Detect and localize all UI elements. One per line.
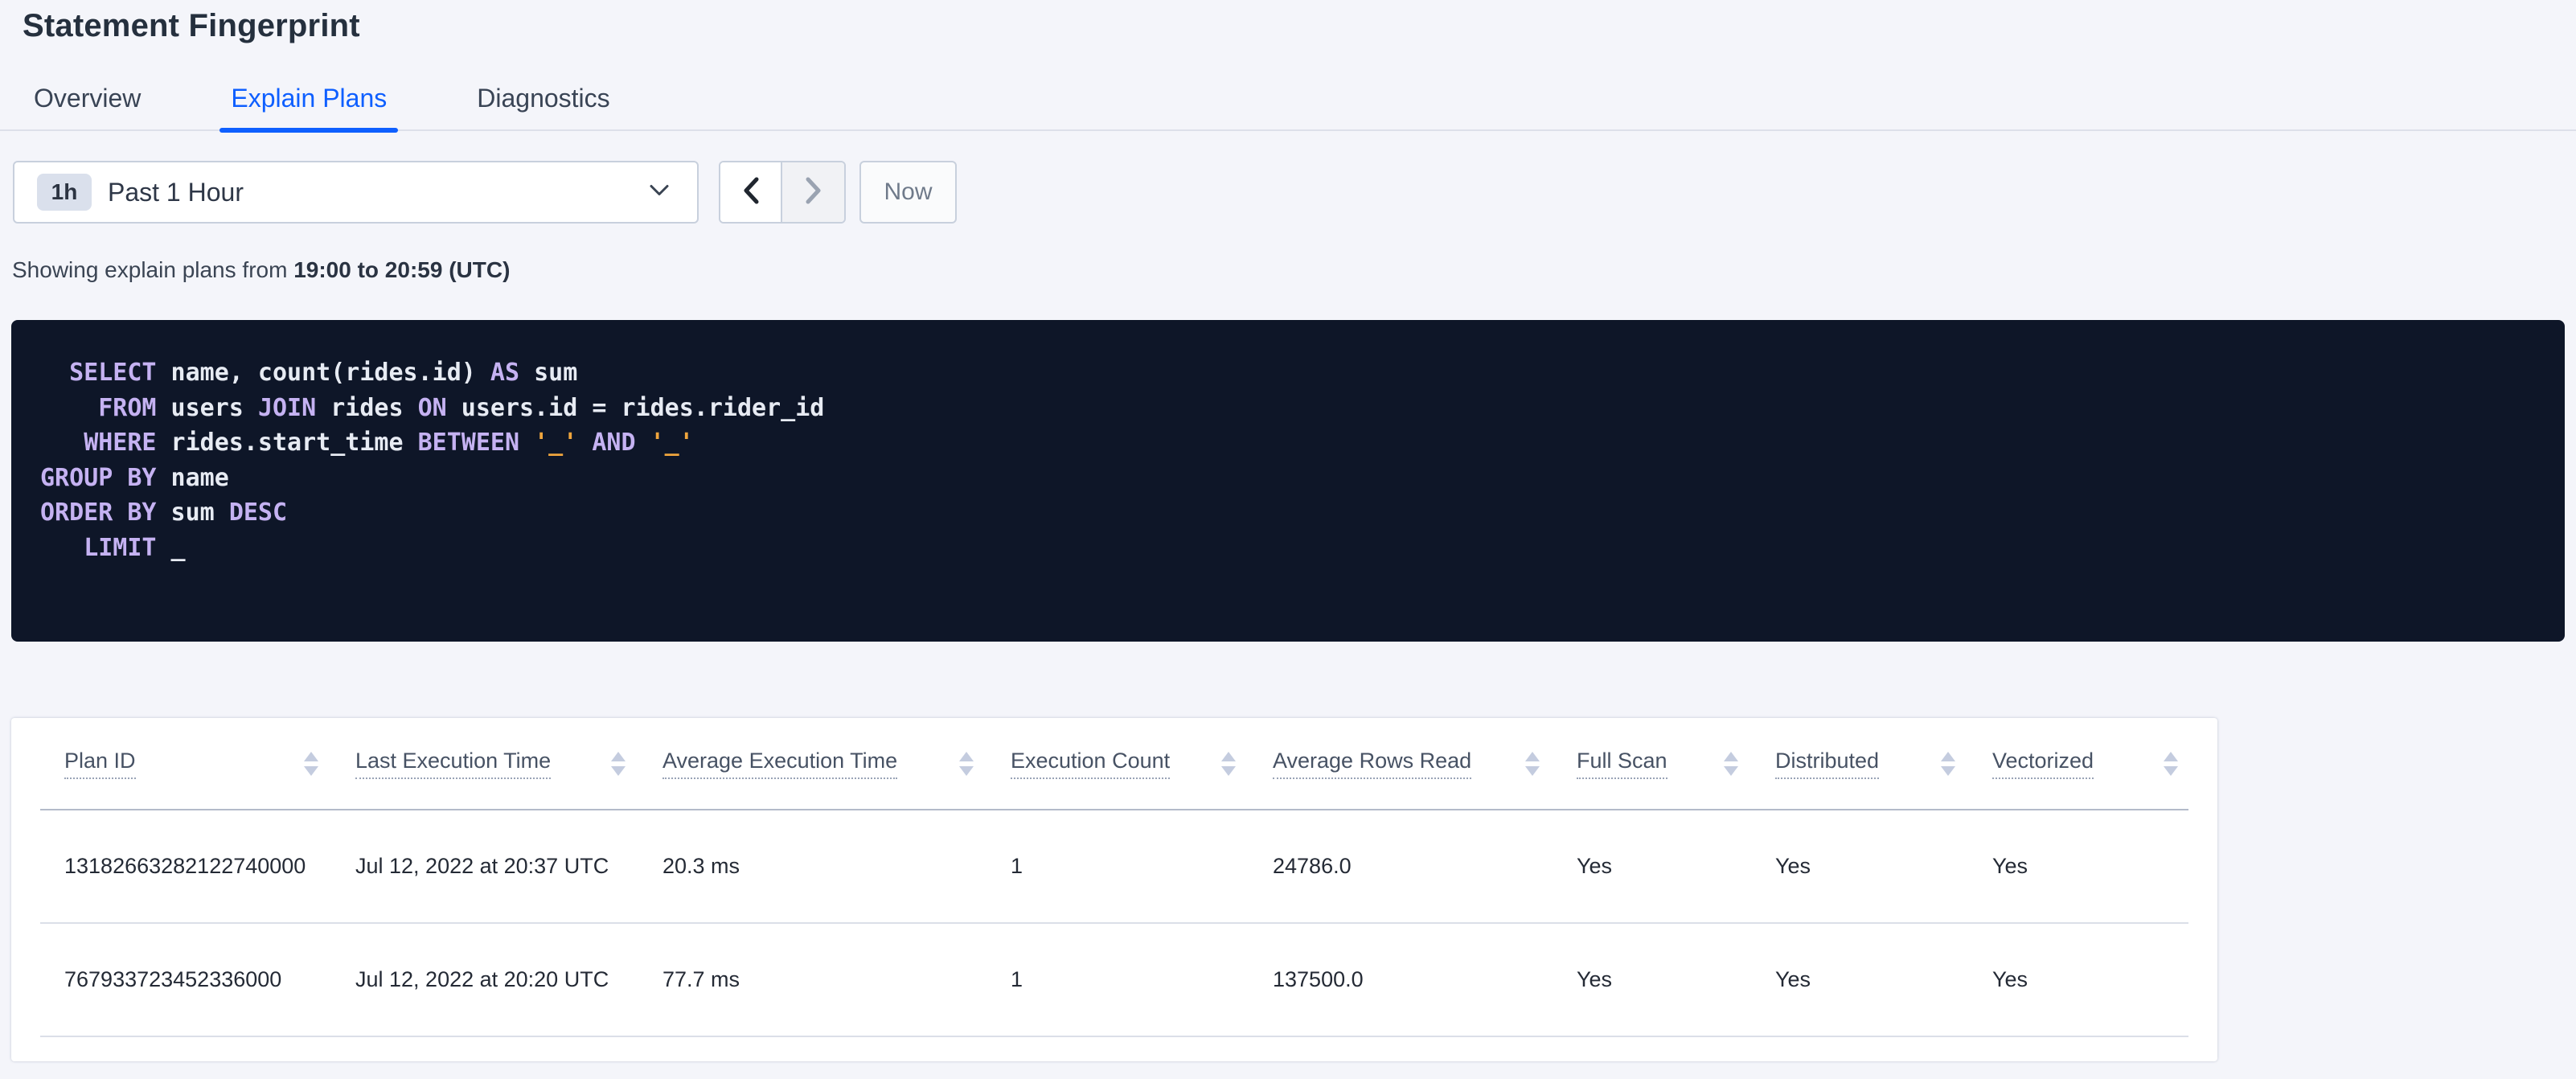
column-header-label: Last Execution Time: [355, 749, 552, 779]
sort-asc-icon: [1221, 751, 1236, 761]
previous-interval-button[interactable]: [720, 162, 781, 222]
cell-vectorized: Yes: [1992, 854, 2028, 878]
sort-icon: [304, 751, 318, 776]
sql-code-line: GROUP BY name: [40, 463, 229, 492]
time-step-buttons: [719, 161, 846, 224]
cell-plan-id: 13182663282122740000: [64, 854, 306, 878]
sort-desc-icon: [1525, 765, 1540, 776]
time-range-badge: 1h: [37, 174, 92, 211]
sort-asc-icon: [1525, 751, 1540, 761]
page-title: Statement Fingerprint: [23, 8, 360, 43]
column-header-average-execution-time[interactable]: Average Execution Time: [662, 749, 1011, 779]
sort-desc-icon: [1221, 765, 1236, 776]
table-header-row: Plan ID Last Execution Time Average Execut…: [11, 718, 2217, 809]
table-row[interactable]: 13182663282122740000 Jul 12, 2022 at 20:3…: [11, 810, 2217, 922]
column-header-average-rows-read[interactable]: Average Rows Read: [1273, 749, 1577, 779]
cell-full-scan: Yes: [1577, 854, 1613, 878]
now-button-label: Now: [884, 178, 933, 205]
cell-last-execution-time: Jul 12, 2022 at 20:37 UTC: [355, 854, 609, 878]
summary-prefix: Showing explain plans from: [12, 257, 294, 282]
chevron-left-icon: [741, 176, 761, 209]
cell-average-execution-time: 20.3 ms: [662, 854, 740, 878]
summary-range: 19:00 to 20:59 (UTC): [293, 257, 511, 282]
sort-desc-icon: [2164, 765, 2178, 776]
cell-last-execution-time: Jul 12, 2022 at 20:20 UTC: [355, 967, 609, 991]
sql-code-line: ORDER BY sum DESC: [40, 498, 288, 527]
sql-code-line: WHERE rides.start_time BETWEEN '_' AND '…: [84, 429, 694, 457]
column-header-distributed[interactable]: Distributed: [1775, 749, 1992, 779]
column-header-label: Vectorized: [1992, 749, 2094, 779]
tab-overview[interactable]: Overview: [23, 72, 152, 129]
sort-desc-icon: [959, 765, 974, 776]
sort-desc-icon: [304, 765, 318, 776]
tabs-bar: Overview Explain Plans Diagnostics: [0, 72, 2576, 133]
column-header-vectorized[interactable]: Vectorized: [1992, 749, 2215, 779]
sql-statement-box: SELECT name, count(rides.id) AS sum FROM…: [11, 320, 2565, 642]
chevron-right-icon: [804, 176, 823, 209]
cell-execution-count: 1: [1011, 854, 1023, 878]
cell-execution-count: 1: [1011, 967, 1023, 991]
sort-icon: [1525, 751, 1540, 776]
time-range-dropdown[interactable]: 1h Past 1 Hour: [13, 161, 699, 224]
column-header-last-execution-time[interactable]: Last Execution Time: [355, 749, 662, 779]
row-divider: [40, 1036, 2188, 1037]
cell-plan-id: 767933723452336000: [64, 967, 282, 991]
cell-distributed: Yes: [1775, 854, 1811, 878]
sql-code-line: SELECT name, count(rides.id) AS sum: [69, 359, 578, 387]
sort-icon: [959, 751, 974, 776]
column-header-label: Plan ID: [64, 749, 136, 779]
table-row[interactable]: 767933723452336000 Jul 12, 2022 at 20:20 …: [11, 924, 2217, 1036]
sort-icon: [2164, 751, 2178, 776]
sort-icon: [1724, 751, 1738, 776]
column-header-full-scan[interactable]: Full Scan: [1577, 749, 1775, 779]
table-body: 13182663282122740000 Jul 12, 2022 at 20:3…: [11, 810, 2217, 1037]
sort-icon: [1941, 751, 1955, 776]
cell-average-execution-time: 77.7 ms: [662, 967, 740, 991]
tab-explain-plans[interactable]: Explain Plans: [219, 72, 399, 133]
column-header-label: Execution Count: [1011, 749, 1171, 779]
now-button[interactable]: Now: [859, 161, 957, 224]
time-controls: 1h Past 1 Hour Now: [13, 161, 957, 224]
sql-code-line: LIMIT _: [84, 533, 186, 562]
time-range-summary: Showing explain plans from 19:00 to 20:5…: [12, 256, 510, 284]
column-header-execution-count[interactable]: Execution Count: [1011, 749, 1273, 779]
sort-asc-icon: [2164, 751, 2178, 761]
sort-icon: [611, 751, 626, 776]
sort-asc-icon: [611, 751, 626, 761]
column-header-label: Full Scan: [1577, 749, 1667, 779]
chevron-down-icon: [649, 184, 670, 201]
explain-plans-table-card: Plan ID Last Execution Time Average Execut…: [11, 718, 2217, 1061]
column-header-label: Distributed: [1775, 749, 1880, 779]
column-header-plan-id[interactable]: Plan ID: [64, 749, 355, 779]
sort-asc-icon: [1941, 751, 1955, 761]
next-interval-button[interactable]: [781, 162, 844, 222]
sort-asc-icon: [1724, 751, 1738, 761]
sort-asc-icon: [959, 751, 974, 761]
time-range-label: Past 1 Hour: [108, 177, 244, 207]
cell-vectorized: Yes: [1992, 967, 2028, 991]
tab-diagnostics[interactable]: Diagnostics: [466, 72, 621, 129]
sql-code-line: FROM users JOIN rides ON users.id = ride…: [98, 393, 825, 422]
column-header-label: Average Execution Time: [662, 749, 898, 779]
sort-icon: [1221, 751, 1236, 776]
sort-asc-icon: [304, 751, 318, 761]
sort-desc-icon: [611, 765, 626, 776]
statement-fingerprint-page: Statement Fingerprint Overview Explain Pl…: [0, 0, 2576, 1079]
sort-desc-icon: [1941, 765, 1955, 776]
cell-average-rows-read: 137500.0: [1273, 967, 1364, 991]
cell-distributed: Yes: [1775, 967, 1811, 991]
cell-average-rows-read: 24786.0: [1273, 854, 1352, 878]
cell-full-scan: Yes: [1577, 967, 1613, 991]
column-header-label: Average Rows Read: [1273, 749, 1472, 779]
sort-desc-icon: [1724, 765, 1738, 776]
